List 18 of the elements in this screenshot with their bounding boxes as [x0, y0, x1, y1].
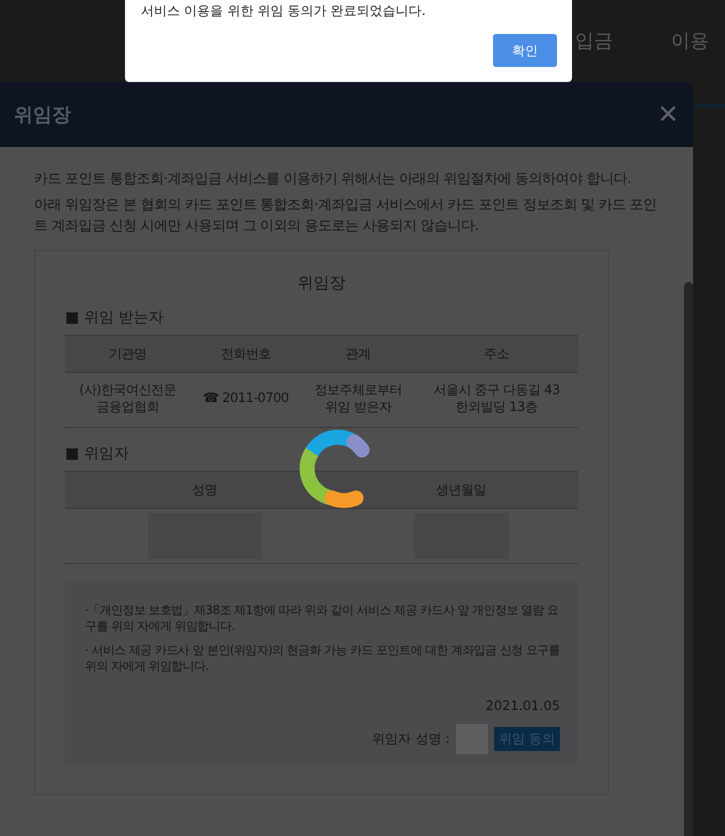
- table-cell: 정보주체로부터 위임 받은자: [301, 372, 415, 428]
- nav-item[interactable]: 이용: [671, 28, 709, 54]
- signer-label: 위임자 성명 :: [372, 730, 450, 748]
- date-text: 2021.01.05: [484, 698, 560, 714]
- close-icon[interactable]: ✕: [657, 102, 679, 128]
- scrollbar[interactable]: [684, 282, 693, 836]
- section-heading: ■ 위임자: [65, 444, 130, 463]
- modal-title: 위임장: [14, 102, 71, 128]
- nav-item[interactable]: 입금: [575, 28, 613, 54]
- intro-text: 아래 위임장은 본 협회의 카드 포인트 통합조회·계좌입금 서비스에서 카드 포인트 정보조회 및 카드 포인트 계좌입금 신청 시에만 사용되며 그 이외의 용도로는 사용되지 않습니다.: [34, 196, 658, 236]
- table-cell: (사)한국여신전문 금융업협회: [65, 372, 190, 428]
- document-title: 위임장: [296, 272, 346, 294]
- section-heading: ■ 위임 받는자: [65, 308, 165, 327]
- intro-text: 카드 포인트 통합조회·계좌입금 서비스를 이용하기 위해서는 아래의 위임절차에 동의하여야 합니다.: [34, 170, 632, 189]
- alert-message: 서비스 이용을 위한 위임 동의가 완료되었습니다.: [141, 3, 427, 20]
- table-cell: ☎ 2011-0700: [190, 372, 302, 428]
- table-cell: 서울시 중구 다동길 43 한외빌딩 13층: [414, 372, 578, 428]
- confirm-button[interactable]: 확인: [493, 34, 557, 67]
